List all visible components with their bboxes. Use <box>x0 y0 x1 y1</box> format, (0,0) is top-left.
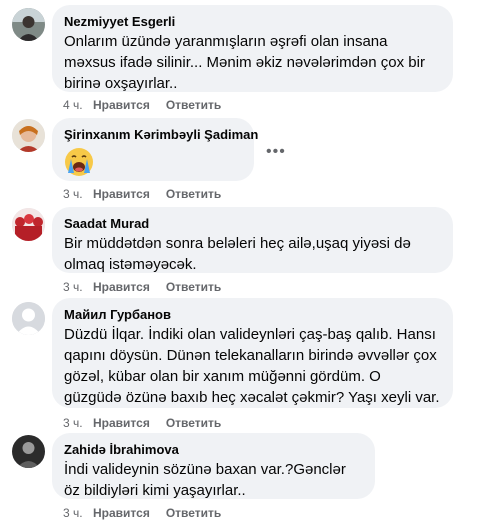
crying-face-icon <box>64 147 242 182</box>
reply-button[interactable]: Ответить <box>166 97 221 113</box>
avatar[interactable] <box>12 8 45 41</box>
comment-bubble: Майил Гурбанов Düzdü İlqar. İndiki olan … <box>52 298 453 408</box>
comment-bubble: Şirinxanım Kərimbəyli Şadiman <box>52 118 258 182</box>
comment-bubble: Zahidə İbrahimova İndi valideynin sözünə… <box>52 433 375 499</box>
comment-author[interactable]: Şirinxanım Kərimbəyli Şadiman <box>64 126 258 143</box>
comment-text: İndi valideynin sözünə baxan var.?Gənclə… <box>64 461 346 499</box>
comment-text: Bir müddətdən sonra beləleri heç ailə,uş… <box>64 235 411 273</box>
comment-text: Onlarım üzündə yaranmışların əşrəfi olan… <box>64 33 425 92</box>
comment-author[interactable]: Saadat Murad <box>64 215 441 232</box>
like-button[interactable]: Нравится <box>93 279 150 295</box>
comment-timestamp[interactable]: 3 ч. <box>63 505 93 521</box>
comment-timestamp[interactable]: 4 ч. <box>63 97 93 113</box>
like-button[interactable]: Нравится <box>93 186 150 202</box>
avatar[interactable] <box>12 208 45 241</box>
like-button[interactable]: Нравится <box>93 97 150 113</box>
comment-text: Düzdü İlqar. İndiki olan valideynləri ça… <box>64 326 440 406</box>
reply-button[interactable]: Ответить <box>166 415 221 431</box>
like-button[interactable]: Нравится <box>93 505 150 521</box>
avatar[interactable] <box>12 119 45 152</box>
like-button[interactable]: Нравится <box>93 415 150 431</box>
comment-author[interactable]: Nezmiyyet Esgerli <box>64 13 441 30</box>
comment-actions: 3 ч. Нравится Ответить <box>63 279 237 295</box>
comment-actions: 3 ч. Нравится Ответить <box>63 505 237 521</box>
comment-actions: 4 ч. Нравится Ответить <box>63 97 237 113</box>
comment-actions: 3 ч. Нравится Ответить <box>63 186 237 202</box>
reply-button[interactable]: Ответить <box>166 186 221 202</box>
reply-button[interactable]: Ответить <box>166 279 221 295</box>
reply-button[interactable]: Ответить <box>166 505 221 521</box>
comment-timestamp[interactable]: 3 ч. <box>63 279 93 295</box>
comment-timestamp[interactable]: 3 ч. <box>63 415 93 431</box>
comment-timestamp[interactable]: 3 ч. <box>63 186 93 202</box>
avatar[interactable] <box>12 302 45 335</box>
avatar[interactable] <box>12 435 45 468</box>
comment-bubble: Saadat Murad Bir müddətdən sonra beləler… <box>52 207 453 273</box>
comment-bubble: Nezmiyyet Esgerli Onlarım üzündə yaranmı… <box>52 5 453 92</box>
more-options-icon[interactable]: ••• <box>266 144 286 160</box>
comment-actions: 3 ч. Нравится Ответить <box>63 415 237 431</box>
comment-author[interactable]: Майил Гурбанов <box>64 306 441 323</box>
comment-author[interactable]: Zahidə İbrahimova <box>64 441 363 458</box>
